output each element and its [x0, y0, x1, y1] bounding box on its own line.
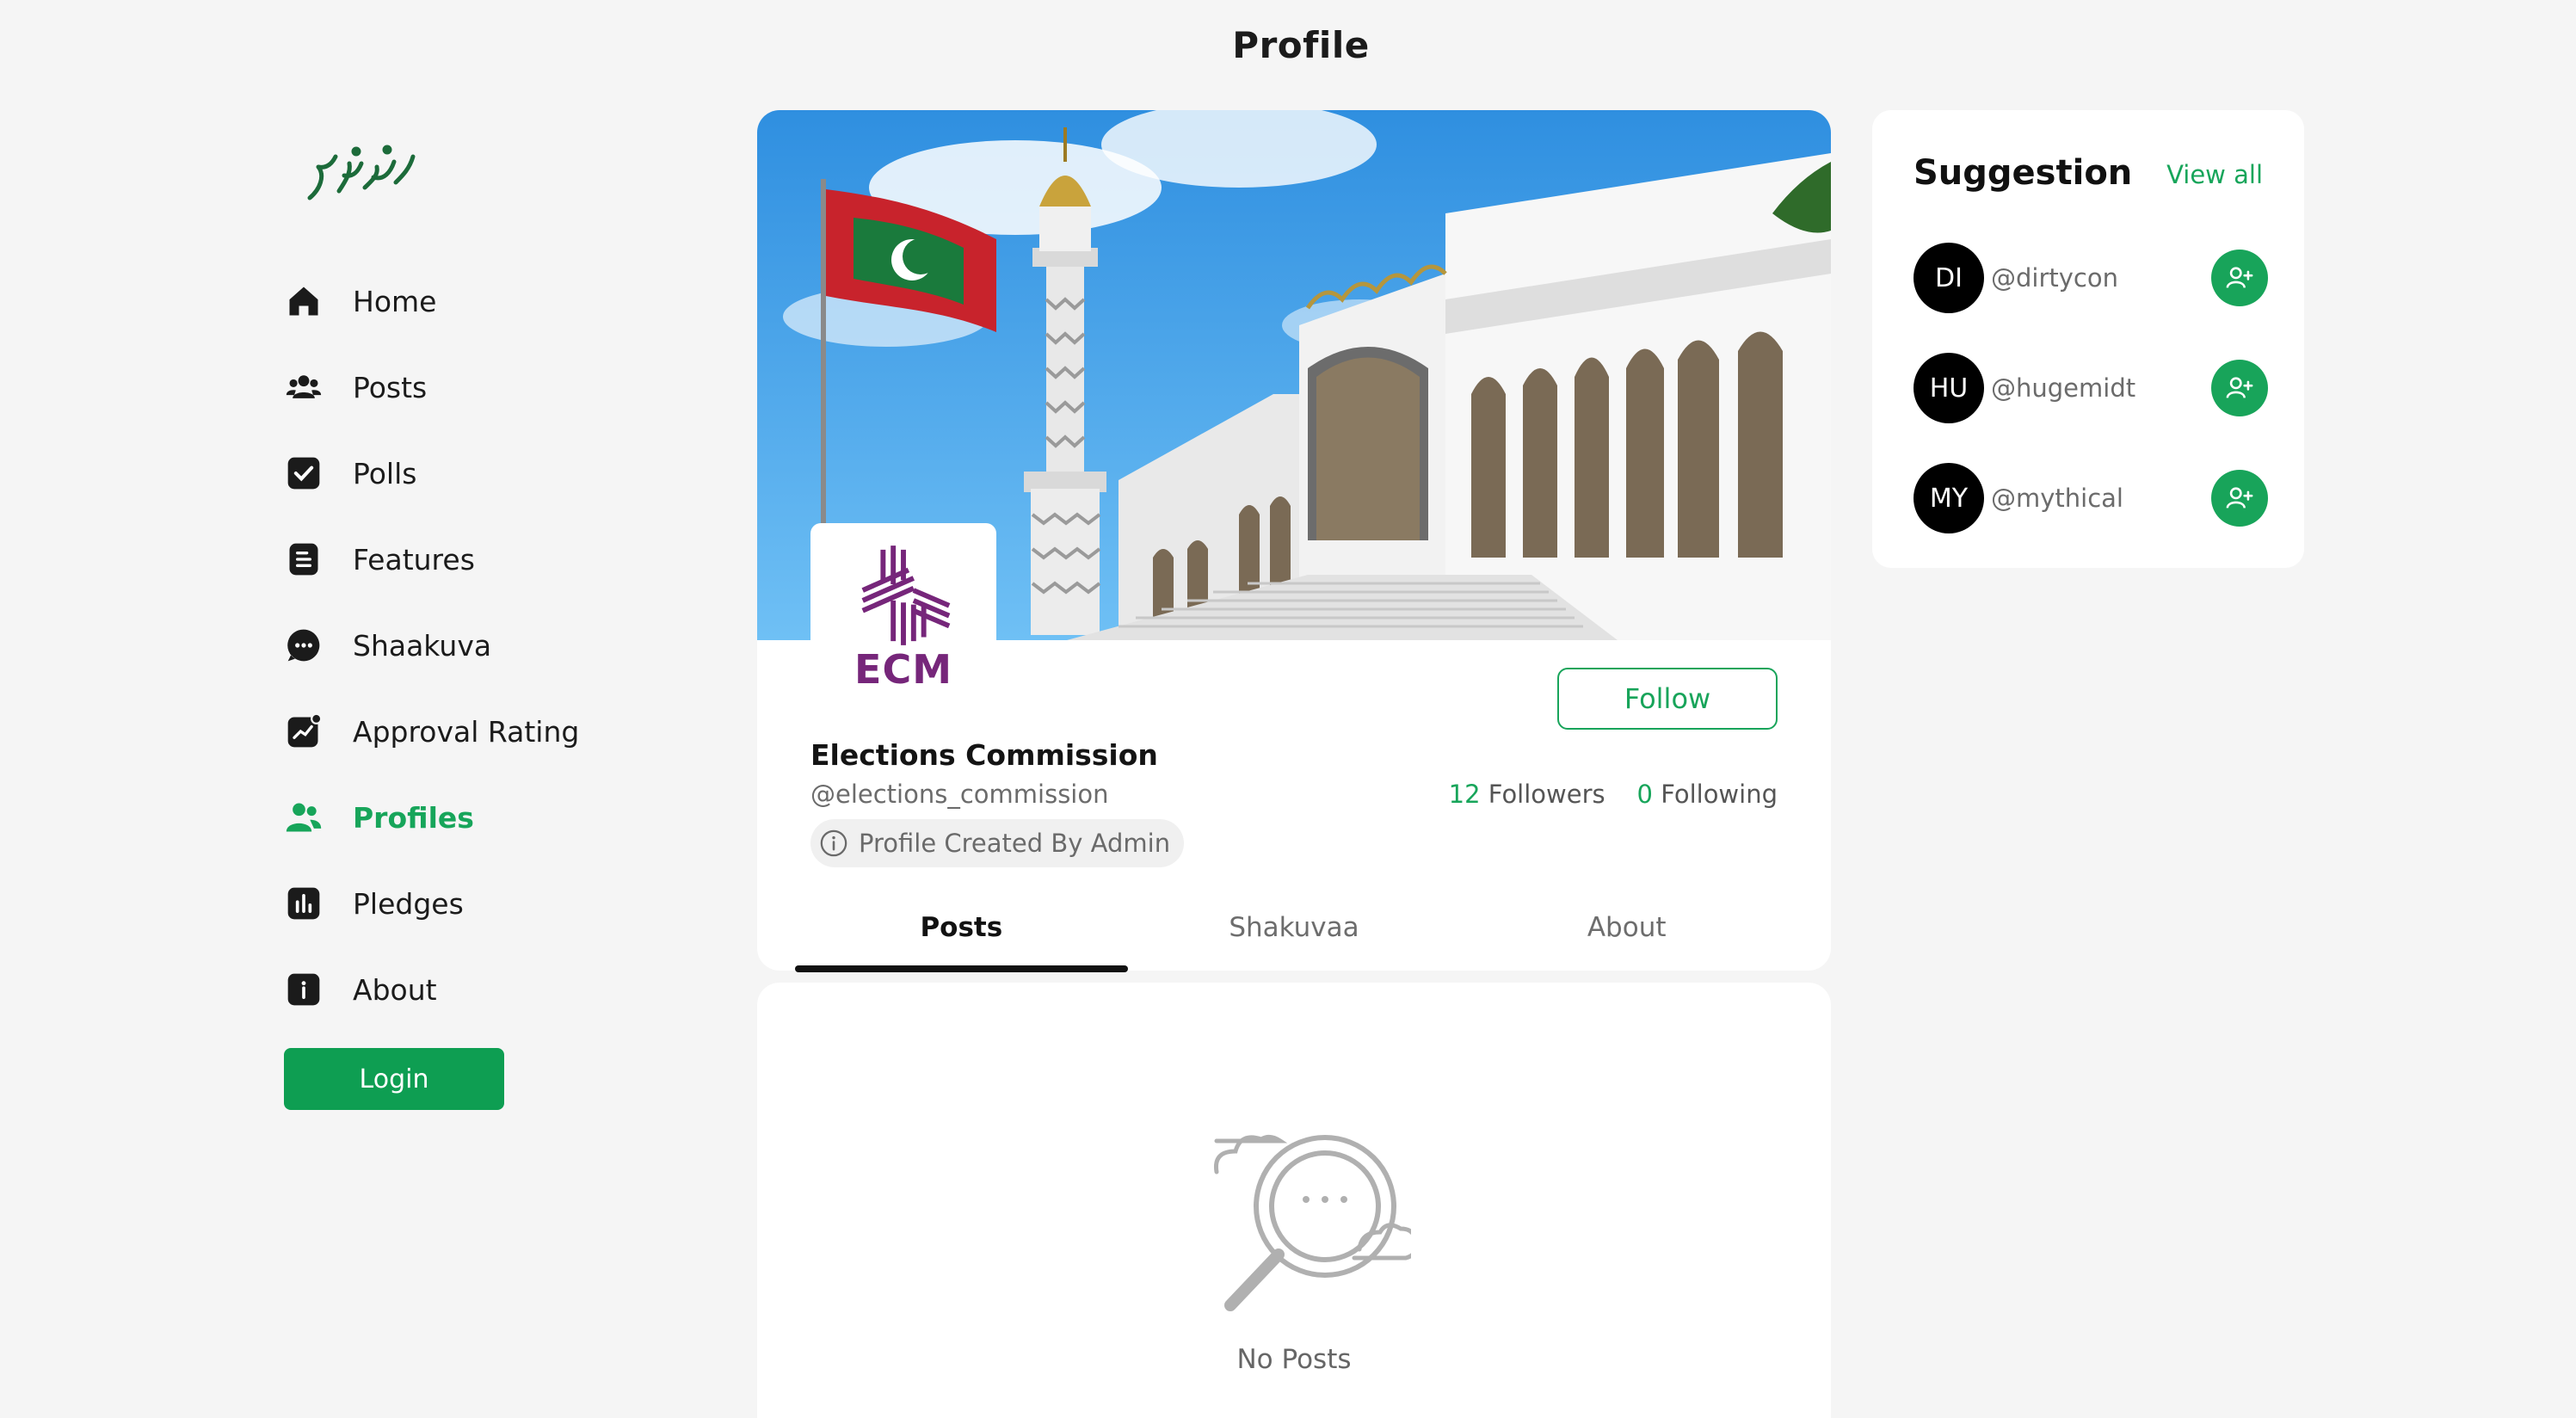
home-icon	[284, 281, 324, 321]
sidebar-item-label: Polls	[353, 456, 417, 490]
sidebar-item-polls[interactable]: Polls	[284, 430, 697, 516]
sidebar-item-pledges[interactable]: Pledges	[284, 860, 697, 946]
sidebar-item-label: Pledges	[353, 886, 464, 921]
sidebar-item-label: Features	[353, 542, 475, 576]
tab-shakuvaa[interactable]: Shakuvaa	[1128, 886, 1461, 972]
sidebar-item-label: About	[353, 972, 437, 1007]
suggestion-item[interactable]: MY @mythical	[1914, 463, 2268, 533]
trend-chart-icon	[284, 712, 324, 751]
login-button[interactable]: Login	[284, 1048, 504, 1110]
profile-card: ECM Follow Elections Commission @electio…	[757, 110, 1831, 971]
sidebar-item-label: Approval Rating	[353, 714, 580, 749]
checkbox-icon	[284, 453, 324, 493]
add-friend-button[interactable]	[2211, 360, 2268, 416]
admin-badge: Profile Created By Admin	[810, 819, 1185, 867]
info-circle-icon	[820, 829, 847, 857]
profile-avatar: ECM	[810, 523, 996, 709]
user-plus-icon	[2226, 377, 2253, 398]
sidebar-item-label: Profiles	[353, 800, 474, 835]
user-plus-icon	[2226, 487, 2253, 509]
suggestion-item[interactable]: HU @hugemidt	[1914, 353, 2268, 423]
empty-state-text: No Posts	[1236, 1344, 1352, 1375]
info-icon	[284, 970, 324, 1009]
posts-panel: No Posts	[757, 983, 1831, 1418]
sidebar-item-shaakuva[interactable]: Shaakuva	[284, 602, 697, 688]
app-logo[interactable]	[301, 138, 422, 215]
sidebar-item-profiles[interactable]: Profiles	[284, 774, 697, 860]
bar-chart-icon	[284, 884, 324, 923]
follow-stats: 12 Followers 0 Following	[1449, 780, 1778, 809]
suggestion-handle[interactable]: @mythical	[1991, 484, 2211, 513]
suggestion-handle[interactable]: @hugemidt	[1991, 373, 2211, 403]
sidebar-item-label: Shaakuva	[353, 628, 492, 663]
add-friend-button[interactable]	[2211, 250, 2268, 306]
page-title: Profile	[1232, 24, 1370, 66]
following-count[interactable]: 0	[1637, 780, 1653, 809]
followers-count[interactable]: 12	[1449, 780, 1481, 809]
view-all-link[interactable]: View all	[2166, 160, 2263, 189]
sidebar-item-approval-rating[interactable]: Approval Rating	[284, 688, 697, 774]
sidebar-item-home[interactable]: Home	[284, 258, 697, 344]
sidebar-item-about[interactable]: About	[284, 946, 697, 1033]
avatar[interactable]: MY	[1914, 463, 1984, 533]
follow-button[interactable]: Follow	[1557, 668, 1778, 730]
profile-tabs: Posts Shakuvaa About	[795, 886, 1793, 972]
sidebar-item-label: Home	[353, 284, 437, 318]
add-friend-button[interactable]	[2211, 470, 2268, 527]
tab-posts[interactable]: Posts	[795, 886, 1128, 972]
profile-name: Elections Commission	[810, 738, 1158, 772]
admin-badge-text: Profile Created By Admin	[859, 829, 1171, 858]
followers-label[interactable]: Followers	[1488, 780, 1605, 809]
profile-handle: @elections_commission	[810, 780, 1109, 809]
following-label[interactable]: Following	[1661, 780, 1778, 809]
chat-bubble-icon	[284, 626, 324, 665]
suggestion-title: Suggestion	[1914, 153, 2133, 193]
avatar[interactable]: DI	[1914, 243, 1984, 313]
empty-search-icon	[1213, 1134, 1411, 1311]
sidebar-nav: Home Posts Polls Features Shaakuva Appro…	[284, 258, 697, 1033]
avatar[interactable]: HU	[1914, 353, 1984, 423]
document-icon	[284, 539, 324, 579]
users-icon	[284, 367, 324, 407]
avatar-text: ECM	[854, 646, 952, 693]
sidebar-item-label: Posts	[353, 370, 428, 404]
sidebar-item-posts[interactable]: Posts	[284, 344, 697, 430]
suggestion-item[interactable]: DI @dirtycon	[1914, 243, 2268, 313]
tab-about[interactable]: About	[1460, 886, 1793, 972]
suggestion-card: Suggestion View all DI @dirtycon HU @hug…	[1872, 110, 2304, 568]
profiles-icon	[284, 798, 324, 837]
user-plus-icon	[2226, 267, 2253, 288]
ecm-logo-icon	[861, 546, 951, 645]
sidebar-item-features[interactable]: Features	[284, 516, 697, 602]
suggestion-handle[interactable]: @dirtycon	[1991, 263, 2211, 293]
